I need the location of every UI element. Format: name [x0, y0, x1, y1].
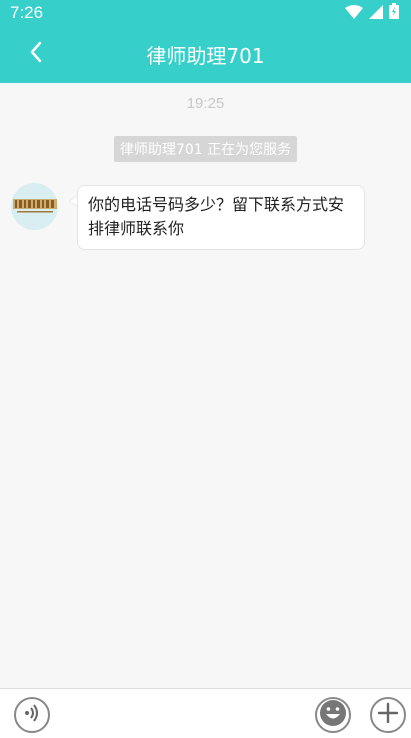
message-row: 你的电话号码多少？留下联系方式安排律师联系你 — [11, 183, 371, 253]
back-button[interactable] — [16, 34, 56, 74]
avatar[interactable] — [11, 183, 58, 230]
wifi-icon — [345, 4, 363, 23]
system-notice: 律师助理701 正在为您服务 — [113, 136, 298, 162]
input-bar — [0, 688, 411, 738]
status-icons — [345, 3, 399, 23]
system-notice-row: 律师助理701 正在为您服务 — [0, 136, 411, 162]
voice-icon — [22, 703, 42, 727]
app-header: 7:26 律师助理701 — [0, 0, 411, 83]
voice-button[interactable] — [14, 697, 50, 733]
emoji-button[interactable] — [315, 697, 351, 733]
battery-icon — [389, 3, 399, 23]
chevron-left-icon — [29, 41, 43, 67]
message-timestamp: 19:25 — [186, 95, 225, 112]
cellular-icon — [369, 4, 383, 23]
message-bubble[interactable]: 你的电话号码多少？留下联系方式安排律师联系你 — [77, 185, 365, 250]
status-bar: 7:26 — [0, 0, 411, 26]
emoji-icon — [319, 699, 347, 731]
page-title: 律师助理701 — [146, 44, 265, 68]
more-button[interactable] — [370, 697, 406, 733]
law-firm-logo-icon — [12, 196, 57, 218]
chat-area[interactable]: 19:25 律师助理701 正在为您服务 你的电话号码多少？留下联系方式安排律师… — [0, 83, 411, 688]
plus-icon — [377, 702, 399, 728]
status-time: 7:26 — [10, 3, 44, 22]
nav-bar: 律师助理701 — [0, 26, 411, 83]
